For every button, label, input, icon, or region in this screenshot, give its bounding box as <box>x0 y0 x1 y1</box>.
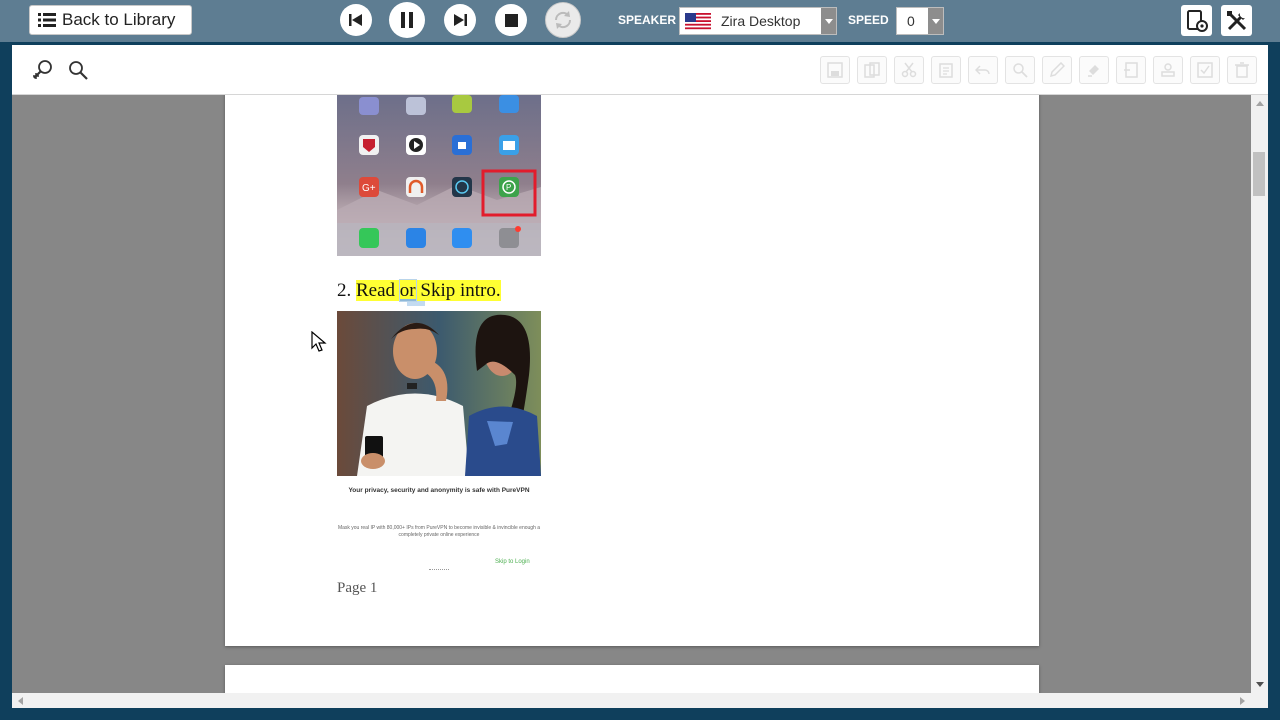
paste-icon <box>939 63 953 78</box>
zoom-out-button[interactable] <box>65 57 91 83</box>
pen-button[interactable] <box>1042 56 1072 84</box>
repeat-icon <box>554 11 572 29</box>
delete-button[interactable] <box>1227 56 1257 84</box>
tools-icon <box>1226 10 1246 30</box>
step-2-text[interactable]: 2. Read or Skip intro. <box>337 279 501 302</box>
device-settings-button[interactable] <box>1181 5 1212 36</box>
scroll-up-arrow[interactable] <box>1256 101 1264 106</box>
cut-icon <box>901 62 917 78</box>
check-icon <box>1197 62 1213 78</box>
previous-icon <box>349 14 362 26</box>
next-document-page <box>225 665 1039 693</box>
highlighted-words-skip-intro[interactable]: Skip intro. <box>420 280 501 301</box>
copy-button[interactable] <box>857 56 887 84</box>
speed-value: 0 <box>907 13 915 29</box>
back-to-library-button[interactable]: Back to Library <box>29 5 192 35</box>
pause-button[interactable] <box>389 2 425 38</box>
stamp-button[interactable] <box>1153 56 1183 84</box>
paste-button[interactable] <box>931 56 961 84</box>
device-settings-icon <box>1186 9 1208 32</box>
cut-button[interactable] <box>894 56 924 84</box>
mouse-cursor-icon <box>311 331 327 352</box>
save-icon <box>827 62 843 78</box>
stamp-icon <box>1161 63 1175 77</box>
top-toolbar: Back to Library SPEAKER Zira Desktop SPE… <box>0 0 1280 42</box>
scroll-down-arrow[interactable] <box>1256 682 1264 687</box>
undo-icon <box>975 65 990 75</box>
save-button[interactable] <box>820 56 850 84</box>
insert-button[interactable] <box>1116 56 1146 84</box>
document-viewport[interactable]: G+ P 2. Read or Skip intro. Your privacy… <box>12 95 1251 693</box>
list-icon <box>38 13 56 27</box>
pause-icon <box>401 12 413 28</box>
step-number: 2. <box>337 280 352 301</box>
tools-button[interactable] <box>1221 5 1252 36</box>
speed-dropdown-arrow[interactable] <box>928 8 943 34</box>
speaker-label: SPEAKER <box>618 13 677 27</box>
find-icon <box>1013 63 1028 78</box>
document-page: G+ P 2. Read or Skip intro. Your privacy… <box>225 95 1039 646</box>
svg-text:G+: G+ <box>362 183 376 194</box>
zoom-in-icon <box>33 60 52 79</box>
previous-button[interactable] <box>340 4 372 36</box>
purevpn-intro-photo <box>337 311 541 476</box>
highlight-icon <box>1088 65 1099 77</box>
purevpn-description: Mask you real IP with 80,000+ IPs from P… <box>337 525 541 538</box>
insert-icon <box>1124 62 1138 78</box>
edit-toolbar <box>12 45 1268 95</box>
page-number-label: Page 1 <box>337 580 378 596</box>
vertical-scrollbar[interactable] <box>1251 95 1268 693</box>
next-icon <box>454 14 467 26</box>
speaker-dropdown-arrow[interactable] <box>821 8 836 34</box>
vertical-scroll-thumb[interactable] <box>1253 152 1265 196</box>
speaker-select[interactable]: Zira Desktop <box>679 7 837 35</box>
skip-to-login-link[interactable]: Skip to Login <box>495 559 530 565</box>
speed-select[interactable]: 0 <box>896 7 944 35</box>
next-button[interactable] <box>444 4 476 36</box>
purevpn-tagline: Your privacy, security and anonymity is … <box>348 487 530 494</box>
highlight-button[interactable] <box>1079 56 1109 84</box>
horizontal-scrollbar[interactable] <box>12 693 1268 708</box>
stop-button[interactable] <box>495 4 527 36</box>
copy-icon <box>864 62 880 78</box>
scroll-left-arrow[interactable] <box>18 697 23 705</box>
delete-icon <box>1235 62 1249 78</box>
speed-label: SPEED <box>848 13 889 27</box>
back-to-library-label: Back to Library <box>62 10 176 29</box>
scroll-right-arrow[interactable] <box>1240 697 1245 705</box>
speaker-value: Zira Desktop <box>721 13 801 29</box>
find-button[interactable] <box>1005 56 1035 84</box>
highlighted-current-word[interactable]: or <box>398 279 417 302</box>
zoom-out-icon <box>69 61 88 80</box>
pen-icon <box>1049 62 1065 78</box>
stop-icon <box>504 13 518 27</box>
svg-text:P: P <box>506 183 511 192</box>
check-button[interactable] <box>1190 56 1220 84</box>
repeat-button[interactable] <box>545 2 581 38</box>
highlighted-word-read[interactable]: Read <box>356 280 396 301</box>
us-flag-icon <box>685 12 711 30</box>
app-grid-screenshot: G+ P <box>337 95 541 256</box>
undo-button[interactable] <box>968 56 998 84</box>
zoom-in-button[interactable] <box>30 57 56 83</box>
page-dots <box>429 569 449 570</box>
